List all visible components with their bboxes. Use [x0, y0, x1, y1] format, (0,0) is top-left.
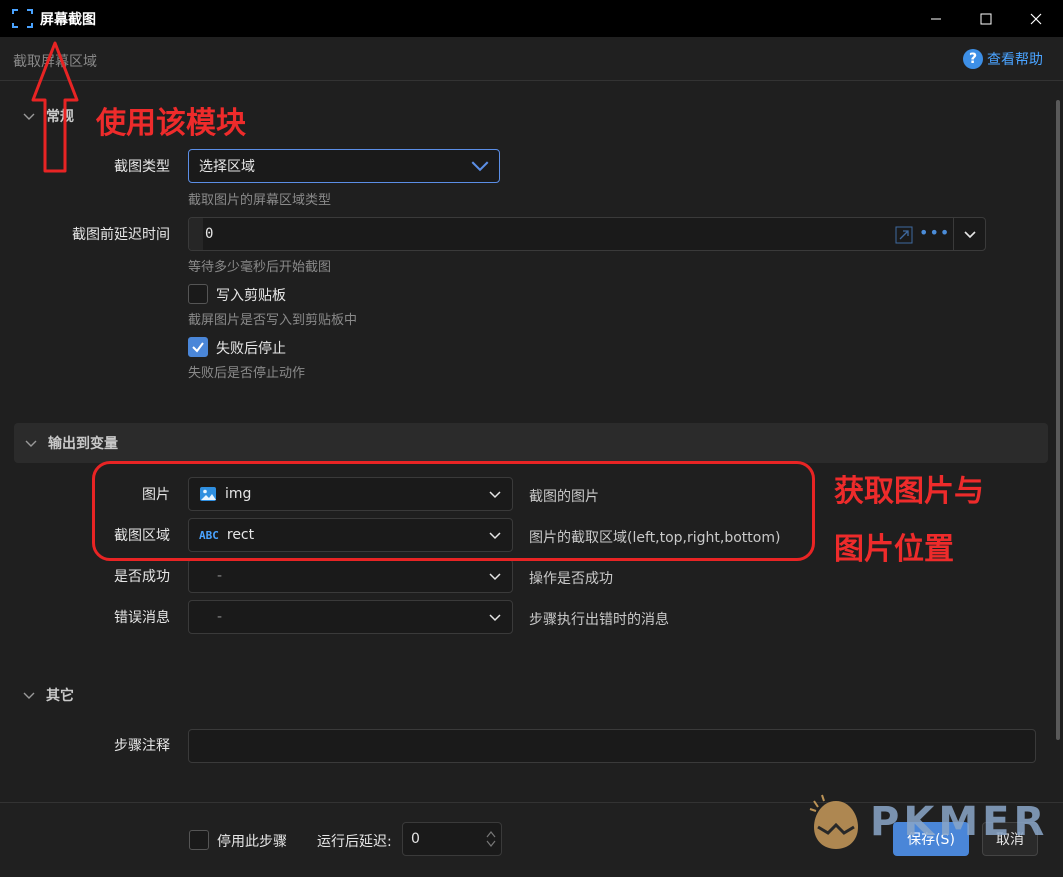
help-label: 查看帮助 [987, 52, 1043, 68]
capture-type-hint: 截取图片的屏幕区域类型 [188, 193, 332, 208]
checkmark-icon [192, 342, 204, 353]
output-error-label: 错误消息 [114, 610, 170, 626]
delay-hint: 等待多少毫秒后开始截图 [188, 260, 332, 275]
watermark-text: PKMER [870, 799, 1049, 845]
chevron-down-icon [23, 692, 35, 699]
step-note-label: 步骤注释 [114, 738, 170, 754]
clipboard-hint: 截屏图片是否写入到剪贴板中 [188, 313, 358, 328]
expand-arrow-icon[interactable] [895, 226, 913, 244]
chevron-down-icon [963, 231, 976, 239]
annotation-use-module: 使用该模块 [96, 106, 246, 141]
more-dots-icon[interactable]: ••• [919, 225, 949, 244]
run-delay-label: 运行后延迟: [317, 834, 392, 850]
chevron-down-icon [25, 440, 37, 447]
minimize-icon [931, 18, 941, 19]
output-error-desc: 步骤执行出错时的消息 [529, 612, 669, 628]
screenshot-app-icon [12, 9, 33, 28]
close-button[interactable] [1013, 0, 1059, 37]
section-output-title: 输出到变量 [48, 436, 118, 452]
stop-on-fail-label[interactable]: 失败后停止 [216, 338, 286, 358]
run-delay-input[interactable]: 0 [402, 822, 502, 856]
section-other-header[interactable]: 其它 [22, 685, 74, 705]
close-icon [1030, 13, 1042, 24]
clipboard-label[interactable]: 写入剪贴板 [216, 285, 286, 305]
output-error-select[interactable]: - [188, 600, 513, 634]
maximize-button[interactable] [963, 0, 1009, 37]
annotation-get-image-line2: 图片位置 [834, 532, 954, 567]
capture-type-select[interactable]: 选择区域 [188, 149, 500, 183]
window-title: 屏幕截图 [40, 12, 96, 28]
maximize-icon [980, 13, 992, 24]
clipboard-checkbox[interactable] [188, 284, 208, 304]
spinner-arrows-icon[interactable] [485, 827, 497, 851]
annotation-highlight-box [92, 461, 815, 561]
output-success-value: - [217, 568, 223, 584]
section-other-title: 其它 [46, 688, 74, 704]
delay-value: 0 [205, 226, 214, 242]
delay-dropdown-button[interactable] [953, 218, 985, 250]
chevron-down-icon [471, 161, 489, 172]
section-output-header[interactable]: 输出到变量 [14, 423, 1048, 463]
disable-step-label[interactable]: 停用此步骤 [217, 831, 287, 851]
delay-input[interactable]: 0 ••• [188, 217, 986, 251]
disable-step-checkbox[interactable] [189, 830, 209, 850]
chevron-down-icon [489, 614, 501, 622]
annotation-get-image-line1: 获取图片与 [834, 474, 984, 509]
output-success-select[interactable]: - [188, 559, 513, 593]
output-success-label: 是否成功 [114, 569, 170, 585]
stop-on-fail-hint: 失败后是否停止动作 [188, 366, 306, 381]
capture-type-value: 选择区域 [199, 159, 255, 175]
pkmer-logo-icon [809, 794, 858, 849]
help-link[interactable]: ? 查看帮助 [963, 49, 1043, 69]
run-delay-value: 0 [411, 831, 420, 847]
dialog-header: 截取屏幕区域 ? 查看帮助 [0, 37, 1063, 81]
pkmer-watermark: PKMER [808, 793, 1048, 851]
scrollbar-thumb[interactable] [1056, 100, 1060, 740]
title-bar: 屏幕截图 [0, 0, 1063, 37]
minimize-button[interactable] [913, 0, 959, 37]
delay-label: 截图前延迟时间 [72, 227, 170, 243]
up-arrow-annotation-icon [31, 41, 79, 173]
question-circle-icon: ? [963, 49, 983, 69]
stop-on-fail-checkbox[interactable] [188, 337, 208, 357]
input-gutter [189, 218, 203, 250]
output-success-desc: 操作是否成功 [529, 571, 613, 587]
output-error-value: - [217, 609, 223, 625]
chevron-down-icon [489, 573, 501, 581]
step-note-input[interactable] [188, 729, 1036, 763]
